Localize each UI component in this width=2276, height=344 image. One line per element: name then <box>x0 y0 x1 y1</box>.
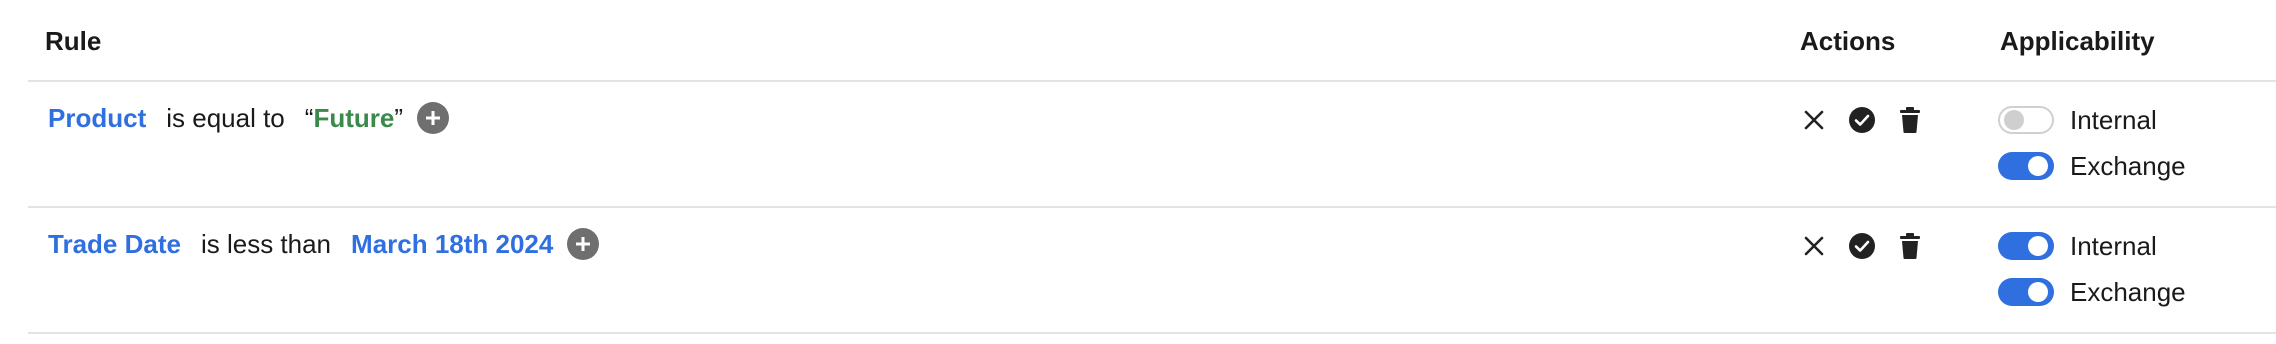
open-quote: “ <box>304 102 314 133</box>
rule-value: Future <box>313 102 395 133</box>
cancel-button[interactable] <box>1798 230 1830 262</box>
exchange-toggle[interactable] <box>1998 278 2054 306</box>
column-header-applicability: Applicability <box>2000 26 2155 56</box>
rule-field-link[interactable]: Product <box>48 103 146 134</box>
toggle-knob <box>2028 282 2048 302</box>
close-icon <box>1804 110 1824 130</box>
rule-expression: Trade Date is less than March 18th 2024 <box>48 228 600 260</box>
rules-table: Rule Actions Applicability Product is eq… <box>0 0 2276 344</box>
rule-operator[interactable]: is less than <box>201 229 331 260</box>
plus-icon <box>426 111 440 125</box>
cancel-button[interactable] <box>1798 104 1830 136</box>
toggle-label: Internal <box>2070 104 2157 135</box>
rule-value-date-link[interactable]: March 18th 2024 <box>351 229 553 260</box>
delete-button[interactable] <box>1894 104 1926 136</box>
table-header: Rule Actions Applicability <box>28 0 2276 82</box>
check-circle-icon <box>1849 107 1875 133</box>
toggle-row-internal: Internal <box>1998 226 2186 266</box>
toggle-row-exchange: Exchange <box>1998 146 2186 186</box>
check-circle-icon <box>1849 233 1875 259</box>
close-quote: ” <box>394 102 403 133</box>
internal-toggle[interactable] <box>1998 106 2054 134</box>
internal-toggle[interactable] <box>1998 232 2054 260</box>
table-row: Product is equal to “ Future ” Internal … <box>28 82 2276 208</box>
close-icon <box>1804 236 1824 256</box>
plus-icon <box>576 237 591 251</box>
applicability-toggles: Internal Exchange <box>1998 226 2186 318</box>
column-header-actions: Actions <box>1800 26 1896 56</box>
confirm-button[interactable] <box>1846 230 1878 262</box>
toggle-knob <box>2004 110 2024 130</box>
rule-field-link[interactable]: Trade Date <box>48 229 181 260</box>
row-actions <box>1798 230 1942 262</box>
rule-expression: Product is equal to “ Future ” <box>48 102 449 134</box>
toggle-label: Exchange <box>2070 276 2186 307</box>
rule-value-quoted[interactable]: “ Future ” <box>305 103 403 134</box>
toggle-knob <box>2028 156 2048 176</box>
trash-icon <box>1900 233 1920 259</box>
add-condition-button[interactable] <box>417 102 449 134</box>
exchange-toggle[interactable] <box>1998 152 2054 180</box>
delete-button[interactable] <box>1894 230 1926 262</box>
applicability-toggles: Internal Exchange <box>1998 100 2186 192</box>
toggle-row-exchange: Exchange <box>1998 272 2186 312</box>
column-header-rule: Rule <box>45 26 102 56</box>
rule-operator[interactable]: is equal to <box>166 103 285 134</box>
confirm-button[interactable] <box>1846 104 1878 136</box>
toggle-label: Internal <box>2070 230 2157 261</box>
row-actions <box>1798 104 1942 136</box>
trash-icon <box>1900 107 1920 133</box>
add-condition-button[interactable] <box>567 228 600 260</box>
toggle-row-internal: Internal <box>1998 100 2186 140</box>
toggle-label: Exchange <box>2070 150 2186 181</box>
toggle-knob <box>2028 236 2048 256</box>
table-row: Trade Date is less than March 18th 2024 <box>28 208 2276 334</box>
